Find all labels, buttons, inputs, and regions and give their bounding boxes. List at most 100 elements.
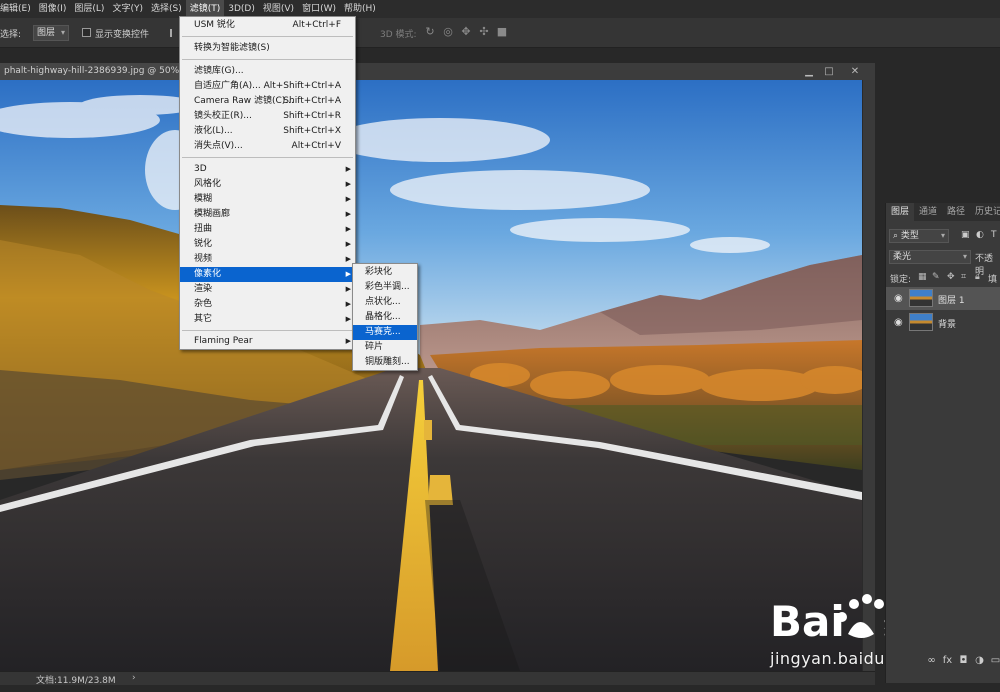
options-bar: 选择: 图层 ▾ 显示变换控件 3D 模式: ↻ ◎ ✥ ✣ ■ — [0, 18, 1000, 48]
add-mask-icon[interactable]: ◘ — [958, 655, 969, 666]
submenu-arrow-icon: ▶ — [345, 337, 351, 345]
close-icon[interactable]: ✕ — [848, 66, 862, 77]
menu-item-filter-gallery[interactable]: 滤镜库(G)... — [180, 64, 355, 79]
maximize-icon[interactable]: □ — [822, 66, 836, 77]
tab-channels[interactable]: 通道 — [914, 203, 942, 221]
visibility-eye-icon[interactable]: ◉ — [894, 318, 903, 328]
status-bar: 文档:11.9M/23.8M › — [0, 671, 875, 686]
submenu-arrow-icon: ▶ — [345, 180, 351, 188]
menu-item-color-halftone[interactable]: 彩色半调... — [353, 280, 417, 295]
menu-item-mosaic[interactable]: 马赛克... — [353, 325, 417, 340]
layer-row[interactable]: ◉ 背景 — [886, 311, 1000, 334]
roll-3d-icon[interactable]: ◎ — [442, 26, 454, 38]
new-adjustment-icon[interactable]: ◑ — [974, 655, 985, 666]
menu-item-noise[interactable]: 杂色 ▶ — [180, 297, 355, 312]
add-style-icon[interactable]: fx — [942, 655, 953, 666]
auto-select-dropdown[interactable]: 图层 ▾ — [33, 25, 69, 41]
layer-filter-kind-dropdown[interactable]: ⌕ 类型 ▾ — [889, 229, 949, 243]
mode-3d-label: 3D 模式: — [380, 30, 417, 40]
menu-edit[interactable]: 编辑(E) — [0, 0, 35, 18]
menu-item-vanishing-point[interactable]: 消失点(V)... Alt+Ctrl+V — [180, 139, 355, 154]
visibility-eye-icon[interactable]: ◉ — [894, 294, 903, 304]
layers-panel-footer: ∞ fx ◘ ◑ ▭ — [926, 655, 1000, 666]
document-tab-bar: phalt-highway-hill-2386939.jpg @ 50% (图层… — [0, 63, 875, 80]
menu-item-blur[interactable]: 模糊 ▶ — [180, 192, 355, 207]
pixelate-submenu: 彩块化 彩色半调... 点状化... 晶格化... 马赛克... 碎片 铜版雕刻… — [352, 263, 418, 371]
menu-item-mezzotint[interactable]: 铜版雕刻... — [353, 355, 417, 370]
menu-item-pixelate[interactable]: 像素化 ▶ — [180, 267, 355, 282]
menu-item-lens-correction[interactable]: 镜头校正(R)... Shift+Ctrl+R — [180, 109, 355, 124]
layer-row-selected[interactable]: ◉ 图层 1 — [886, 287, 1000, 310]
photo-highway-landscape — [0, 80, 862, 671]
link-layers-icon[interactable]: ∞ — [926, 655, 937, 666]
menu-layer[interactable]: 图层(L) — [70, 0, 108, 18]
lock-label: 锁定: — [890, 275, 912, 285]
menu-item-facet[interactable]: 彩块化 — [353, 265, 417, 280]
filter-menu: USM 锐化 Alt+Ctrl+F 转换为智能滤镜(S) 滤镜库(G)... 自适… — [179, 16, 356, 350]
lock-position-icon[interactable]: ✥ — [947, 272, 955, 282]
new-group-icon[interactable]: ▭ — [990, 655, 1000, 666]
lock-artboard-icon[interactable]: ⌗ — [961, 272, 966, 282]
tab-history[interactable]: 历史记 — [970, 203, 1000, 221]
document-size-status: 文档:11.9M/23.8M — [36, 676, 116, 686]
menu-item-stylize[interactable]: 风格化 ▶ — [180, 177, 355, 192]
menu-item-fragment[interactable]: 碎片 — [353, 340, 417, 355]
align-left-icon[interactable] — [170, 29, 178, 37]
status-menu-arrow-icon[interactable]: › — [132, 673, 136, 683]
minimize-icon[interactable]: ▁ — [802, 66, 816, 77]
menu-item-video[interactable]: 视频 ▶ — [180, 252, 355, 267]
submenu-arrow-icon: ▶ — [345, 270, 351, 278]
chevron-down-icon: ▾ — [60, 28, 65, 37]
submenu-arrow-icon: ▶ — [345, 210, 351, 218]
blend-mode-dropdown[interactable]: 柔光 ▾ — [889, 250, 971, 264]
watermark-brand-latin: Bai — [770, 597, 845, 646]
filter-pixel-icon[interactable]: ▣ — [961, 230, 970, 240]
canvas-vertical-scrollbar[interactable] — [862, 80, 875, 671]
menu-item-adaptive-wide-angle[interactable]: 自适应广角(A)... Alt+Shift+Ctrl+A — [180, 79, 355, 94]
submenu-arrow-icon: ▶ — [345, 300, 351, 308]
slide-3d-icon[interactable]: ✣ — [478, 26, 490, 38]
menu-item-usm-sharpen[interactable]: USM 锐化 Alt+Ctrl+F — [180, 18, 355, 33]
menu-separator — [182, 157, 353, 158]
menu-item-sharpen[interactable]: 锐化 ▶ — [180, 237, 355, 252]
submenu-arrow-icon: ▶ — [345, 225, 351, 233]
submenu-arrow-icon: ▶ — [345, 240, 351, 248]
layer-thumbnail — [909, 289, 933, 307]
tab-paths[interactable]: 路径 — [942, 203, 970, 221]
lock-image-icon[interactable]: ✎ — [932, 272, 940, 282]
menu-image[interactable]: 图像(I) — [35, 0, 71, 18]
menu-item-other[interactable]: 其它 ▶ — [180, 312, 355, 327]
menu-bar: 编辑(E) 图像(I) 图层(L) 文字(Y) 选择(S) 滤镜(T) 3D(D… — [0, 0, 1000, 18]
menu-separator — [182, 59, 353, 60]
menu-item-crystallize[interactable]: 晶格化... — [353, 310, 417, 325]
show-transform-checkbox[interactable] — [82, 28, 91, 37]
auto-select-label: 选择: — [0, 30, 22, 40]
drag-3d-icon[interactable]: ✥ — [460, 26, 472, 38]
filter-type-icon[interactable]: T — [991, 230, 997, 240]
layer-thumbnail — [909, 313, 933, 331]
menu-item-distort[interactable]: 扭曲 ▶ — [180, 222, 355, 237]
blend-mode-value: 柔光 — [893, 252, 912, 262]
menu-item-liquify[interactable]: 液化(L)... Shift+Ctrl+X — [180, 124, 355, 139]
scale-3d-icon[interactable]: ■ — [496, 26, 508, 38]
document-canvas[interactable] — [0, 80, 862, 671]
chevron-down-icon: ▾ — [962, 252, 967, 261]
orbit-3d-icon[interactable]: ↻ — [424, 26, 436, 38]
menu-item-convert-smart-filter[interactable]: 转换为智能滤镜(S) — [180, 41, 355, 56]
auto-select-value: 图层 — [37, 28, 56, 38]
lock-transparency-icon[interactable]: ▦ — [918, 272, 927, 282]
menu-separator — [182, 36, 353, 37]
menu-item-camera-raw[interactable]: Camera Raw 滤镜(C)... Shift+Ctrl+A — [180, 94, 355, 109]
menu-item-flaming-pear[interactable]: Flaming Pear ▶ — [180, 334, 355, 349]
menu-item-render[interactable]: 渲染 ▶ — [180, 282, 355, 297]
lock-all-icon[interactable]: 🔒︎ — [975, 272, 980, 282]
menu-type[interactable]: 文字(Y) — [108, 0, 147, 18]
show-transform-label: 显示变换控件 — [95, 30, 150, 40]
tab-layers[interactable]: 图层 — [886, 203, 915, 221]
menu-item-blur-gallery[interactable]: 模糊画廊 ▶ — [180, 207, 355, 222]
submenu-arrow-icon: ▶ — [345, 165, 351, 173]
menu-item-pointillize[interactable]: 点状化... — [353, 295, 417, 310]
filter-adjustment-icon[interactable]: ◐ — [976, 230, 984, 240]
menu-item-3d[interactable]: 3D ▶ — [180, 162, 355, 177]
search-icon: ⌕ — [893, 231, 901, 241]
